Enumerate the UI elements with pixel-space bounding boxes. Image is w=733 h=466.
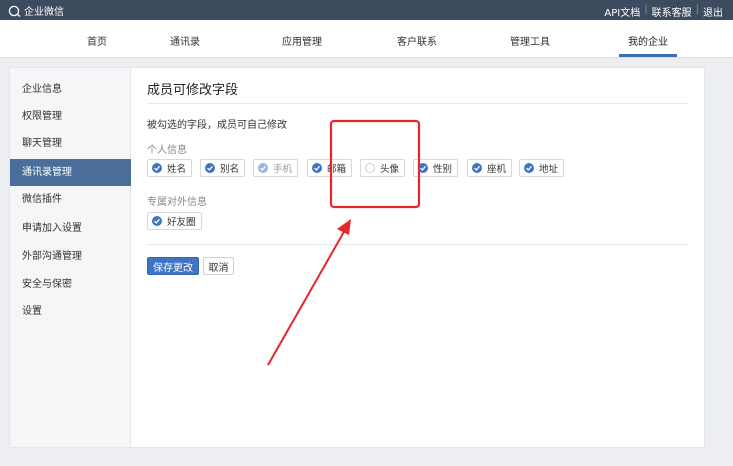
main-content: 成员可修改字段 被勾选的字段，成员可自己修改 个人信息 姓名 别名 手机 邮箱 (147, 68, 692, 447)
field-label: 别名 (220, 164, 240, 175)
nav-app-management[interactable]: 应用管理 (282, 33, 322, 48)
sidebar-item-chat[interactable]: 聊天管理 (10, 130, 131, 157)
active-nav-indicator (619, 54, 677, 57)
checked-icon (205, 163, 215, 173)
field-label: 性别 (433, 164, 453, 175)
checked-icon (524, 163, 534, 173)
top-links: API文档 | 联系客服 | 退出 (604, 4, 723, 19)
checked-icon (418, 163, 428, 173)
section-divider (147, 244, 688, 245)
save-button[interactable]: 保存更改 (147, 257, 199, 275)
field-checkbox-name[interactable]: 姓名 (147, 159, 193, 177)
checked-icon (152, 216, 162, 226)
unchecked-icon (365, 163, 375, 173)
sidebar-item-external-communication[interactable]: 外部沟通管理 (10, 243, 131, 270)
field-label: 好友圈 (167, 217, 196, 228)
sidebar-item-security[interactable]: 安全与保密 (10, 271, 131, 298)
logout-link[interactable]: 退出 (703, 4, 723, 19)
field-checkbox-mobile[interactable]: 手机 (253, 159, 299, 177)
checked-icon (152, 163, 162, 173)
top-bar: 企业微信 API文档 | 联系客服 | 退出 (0, 0, 733, 20)
checked-icon (312, 163, 322, 173)
nav-management-tools[interactable]: 管理工具 (510, 33, 550, 48)
sidebar-item-join-settings[interactable]: 申请加入设置 (10, 215, 131, 242)
sidebar-item-permissions[interactable]: 权限管理 (10, 103, 131, 130)
field-checkbox-address[interactable]: 地址 (519, 159, 565, 177)
sidebar-item-wechat-plugin[interactable]: 微信插件 (10, 186, 131, 213)
checked-icon (472, 163, 482, 173)
cancel-button[interactable]: 取消 (203, 257, 234, 275)
main-nav: 首页 通讯录 应用管理 客户联系 管理工具 我的企业 (0, 20, 733, 58)
field-checkbox-landline[interactable]: 座机 (467, 159, 513, 177)
field-label: 姓名 (167, 164, 187, 175)
nav-customer-contact[interactable]: 客户联系 (397, 33, 437, 48)
sidebar-item-settings[interactable]: 设置 (10, 298, 131, 325)
field-checkbox-moments[interactable]: 好友圈 (147, 212, 202, 230)
api-docs-link[interactable]: API文档 (604, 4, 640, 19)
field-checkbox-email[interactable]: 邮箱 (307, 159, 353, 177)
nav-home[interactable]: 首页 (87, 33, 107, 48)
sidebar-item-enterprise-info[interactable]: 企业信息 (10, 76, 131, 103)
wecom-logo-icon (8, 5, 21, 17)
personal-info-label: 个人信息 (147, 145, 187, 156)
sidebar: 企业信息 权限管理 聊天管理 通讯录管理 微信插件 申请加入设置 外部沟通管理 … (10, 68, 131, 447)
external-info-label: 专属对外信息 (147, 197, 207, 208)
separator: | (695, 4, 699, 15)
title-divider (147, 103, 688, 104)
field-checkbox-avatar[interactable]: 头像 (360, 159, 406, 177)
field-label: 地址 (539, 164, 559, 175)
personal-fields: 姓名 别名 手机 邮箱 头像 性别 座机 地址 (147, 159, 692, 177)
field-label: 手机 (273, 164, 293, 175)
page-title: 成员可修改字段 (147, 83, 239, 98)
field-label: 座机 (487, 164, 507, 175)
settings-panel: 企业信息 权限管理 聊天管理 通讯录管理 微信插件 申请加入设置 外部沟通管理 … (9, 67, 705, 448)
field-label: 邮箱 (327, 164, 347, 175)
logo[interactable]: 企业微信 (8, 3, 64, 18)
nav-contacts[interactable]: 通讯录 (170, 33, 200, 48)
field-checkbox-gender[interactable]: 性别 (413, 159, 459, 177)
field-label: 头像 (380, 164, 400, 175)
field-checkbox-alias[interactable]: 别名 (200, 159, 246, 177)
nav-my-enterprise[interactable]: 我的企业 (628, 33, 668, 48)
checked-icon (258, 163, 268, 173)
description: 被勾选的字段，成员可自己修改 (147, 120, 287, 131)
separator: | (644, 4, 648, 15)
external-fields: 好友圈 (147, 212, 692, 230)
contact-support-link[interactable]: 联系客服 (652, 4, 692, 19)
sidebar-item-contacts-management[interactable]: 通讯录管理 (10, 159, 131, 186)
app-title: 企业微信 (24, 7, 64, 18)
